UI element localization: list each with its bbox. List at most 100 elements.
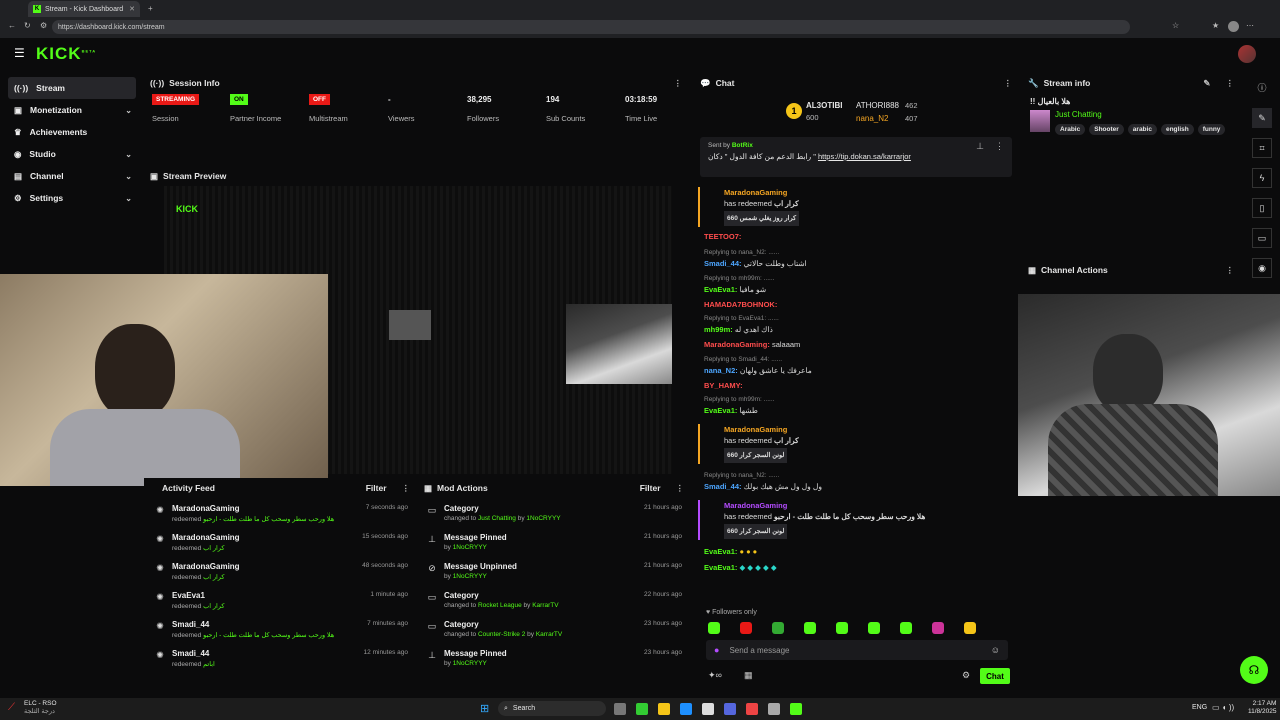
crop-icon[interactable]: ⌗ bbox=[1252, 138, 1272, 158]
language-indicator[interactable]: ENG bbox=[1192, 704, 1207, 711]
reload-icon[interactable]: ↻ bbox=[24, 21, 31, 30]
support-headset-icon[interactable]: ☊ bbox=[1240, 656, 1268, 684]
gifter-count: 407 bbox=[905, 114, 918, 123]
discord-icon[interactable] bbox=[724, 703, 736, 715]
settings-icon[interactable] bbox=[768, 703, 780, 715]
sidebar-item-monetization[interactable]: ▣ Monetization ⌄ bbox=[8, 99, 136, 121]
taskbar-search[interactable]: ⌕ Search bbox=[498, 701, 606, 716]
site-info-icon[interactable]: ⚙ bbox=[40, 21, 47, 30]
studio-icon: ◉ bbox=[14, 148, 22, 159]
more-options-icon[interactable]: ⋮ bbox=[676, 483, 685, 494]
store-icon[interactable]: ▦ bbox=[744, 670, 753, 681]
pinned-link[interactable]: https://tip.dokan.sa/karrarjor bbox=[818, 152, 911, 161]
edit-icon[interactable]: ✎ bbox=[1203, 78, 1210, 89]
browser-tab[interactable]: K Stream - Kick Dashboard ✕ bbox=[28, 1, 140, 17]
network-icon[interactable]: ▭ ◖ )) bbox=[1212, 703, 1234, 712]
emote-icon bbox=[964, 622, 976, 634]
pin-icon[interactable]: ⊥ bbox=[976, 141, 984, 152]
category-icon: ▭ bbox=[427, 504, 437, 515]
tag[interactable]: funny bbox=[1197, 124, 1226, 135]
chat-reply: Replying to nana_N2: ...... bbox=[704, 249, 780, 256]
more-options-icon[interactable]: ⋮ bbox=[674, 78, 683, 89]
sidebar-item-studio[interactable]: ◉ Studio ⌄ bbox=[8, 143, 136, 165]
info-icon[interactable]: ⓘ bbox=[1244, 81, 1280, 94]
stat-sub-counts: 194 Sub Counts bbox=[546, 95, 586, 123]
mod-filter-button[interactable]: Filter bbox=[640, 483, 661, 493]
chat-reply: Replying to mh99m: ...... bbox=[704, 275, 775, 282]
preview-kick-logo: KICK bbox=[176, 204, 198, 214]
more-options-icon[interactable]: ⋮ bbox=[995, 141, 1004, 152]
kick-logo[interactable]: KICKBETA bbox=[36, 44, 96, 64]
broadcast-icon[interactable]: ◉ bbox=[1252, 258, 1272, 278]
bookmark-icon[interactable]: ☆ bbox=[1172, 21, 1179, 30]
favorites-icon[interactable]: ★ bbox=[1212, 21, 1219, 30]
redeem-icon: ✺ bbox=[156, 591, 164, 602]
microphone-icon[interactable]: ● bbox=[714, 645, 719, 655]
stream-preview-header: ▣ Stream Preview bbox=[150, 170, 227, 182]
task-view-icon[interactable] bbox=[614, 703, 626, 715]
top-gifters: 1 AL3OTIBI 600 ATHORI888 462 nana_N2 407 bbox=[694, 93, 1018, 137]
more-options-icon[interactable]: ⋮ bbox=[402, 483, 411, 494]
mod-actions-icon: ▦ bbox=[424, 482, 433, 493]
chat-icon: 💬 bbox=[700, 77, 711, 88]
windows-start-icon[interactable]: ⊞ bbox=[480, 702, 489, 715]
user-avatar[interactable] bbox=[1238, 45, 1256, 63]
category-name[interactable]: Just Chatting bbox=[1055, 110, 1225, 119]
chevron-down-icon: ⌄ bbox=[125, 149, 132, 159]
app-icon[interactable] bbox=[746, 703, 758, 715]
send-chat-button[interactable]: Chat bbox=[980, 668, 1010, 684]
new-tab-icon[interactable]: + bbox=[148, 4, 153, 13]
tag[interactable]: Arabic bbox=[1055, 124, 1086, 135]
chat-reply: Replying to mh99m: ...... bbox=[704, 396, 775, 403]
chat-icon[interactable]: ▭ bbox=[1252, 228, 1272, 248]
profile-avatar-icon[interactable] bbox=[1228, 21, 1239, 32]
store-icon[interactable] bbox=[702, 703, 714, 715]
more-options-icon[interactable]: ⋮ bbox=[1226, 78, 1235, 89]
more-options-icon[interactable]: ⋮ bbox=[1004, 78, 1013, 89]
chat-message: Smadi_44: اشتاب وطلت حالاتي bbox=[704, 259, 807, 268]
tag[interactable]: arabic bbox=[1127, 124, 1157, 135]
tag[interactable]: english bbox=[1160, 124, 1194, 135]
right-webcam-overlay bbox=[1013, 294, 1280, 496]
followers-only-label: ♥ Followers only bbox=[706, 609, 757, 616]
chat-input[interactable]: ● Send a message ☺ bbox=[706, 640, 1008, 660]
file-explorer-icon[interactable] bbox=[658, 703, 670, 715]
activity-filter-button[interactable]: Filter bbox=[366, 483, 387, 493]
emote-icon bbox=[708, 622, 720, 634]
emote-bar[interactable] bbox=[708, 622, 1018, 636]
more-options-icon[interactable]: ⋮ bbox=[1226, 265, 1235, 276]
redeem-icon: ✺ bbox=[156, 620, 164, 631]
address-bar[interactable]: https://dashboard.kick.com/stream bbox=[52, 20, 1130, 34]
emoji-icon[interactable]: ☺ bbox=[991, 645, 1000, 655]
browser-menu-icon[interactable]: ⋯ bbox=[1246, 21, 1254, 30]
back-icon[interactable]: ← bbox=[8, 21, 16, 30]
pinned-message[interactable]: Sent by BotRix رابط الدعم من كافة الدول … bbox=[700, 137, 1012, 177]
chat-title: Chat bbox=[715, 78, 735, 88]
kick-app-icon[interactable] bbox=[790, 703, 802, 715]
sidebar-item-channel[interactable]: ▤ Channel ⌄ bbox=[8, 165, 136, 187]
edge-icon[interactable] bbox=[680, 703, 692, 715]
lightning-icon[interactable]: ϟ bbox=[1252, 168, 1272, 188]
emote-icon bbox=[932, 622, 944, 634]
person-body bbox=[50, 409, 240, 486]
sidebar-item-achievements[interactable]: ♛ Achievements bbox=[8, 121, 136, 143]
chat-settings-icon[interactable]: ⚙ bbox=[962, 670, 970, 681]
redeem-icon: ✺ bbox=[156, 649, 164, 660]
person-body bbox=[1048, 404, 1218, 496]
feed-item: ✺ MaradonaGaming redeemed كرار اب 48 second… bbox=[154, 562, 408, 591]
whatsapp-icon[interactable] bbox=[636, 703, 648, 715]
hamburger-menu-icon[interactable]: ☰ bbox=[14, 46, 25, 60]
feed-item: ✺ MaradonaGaming redeemed هلا ورحب سطر وسح… bbox=[154, 504, 408, 533]
points-icon[interactable]: ✦∞ bbox=[708, 670, 722, 681]
weather-widget[interactable]: ELC - RSO درجة الثلجة bbox=[24, 700, 57, 716]
preview-webcam bbox=[566, 304, 672, 384]
tag[interactable]: Shooter bbox=[1089, 124, 1124, 135]
document-icon[interactable]: ▯ bbox=[1252, 198, 1272, 218]
session-info-panel: ((·)) Session Info ⋮ STREAMING Session ON Pa… bbox=[144, 73, 688, 165]
edit-icon[interactable]: ✎ bbox=[1252, 108, 1272, 128]
mod-item: ⊥ Message Pinned by 1NoCRYYY 21 hours ago bbox=[426, 533, 682, 562]
sidebar-item-stream[interactable]: ((·)) Stream bbox=[8, 77, 136, 99]
clock[interactable]: 2:17 AM 11/8/2025 bbox=[1248, 700, 1276, 716]
sidebar-item-settings[interactable]: ⚙ Settings ⌄ bbox=[8, 187, 136, 209]
tab-close-icon[interactable]: ✕ bbox=[129, 5, 135, 13]
